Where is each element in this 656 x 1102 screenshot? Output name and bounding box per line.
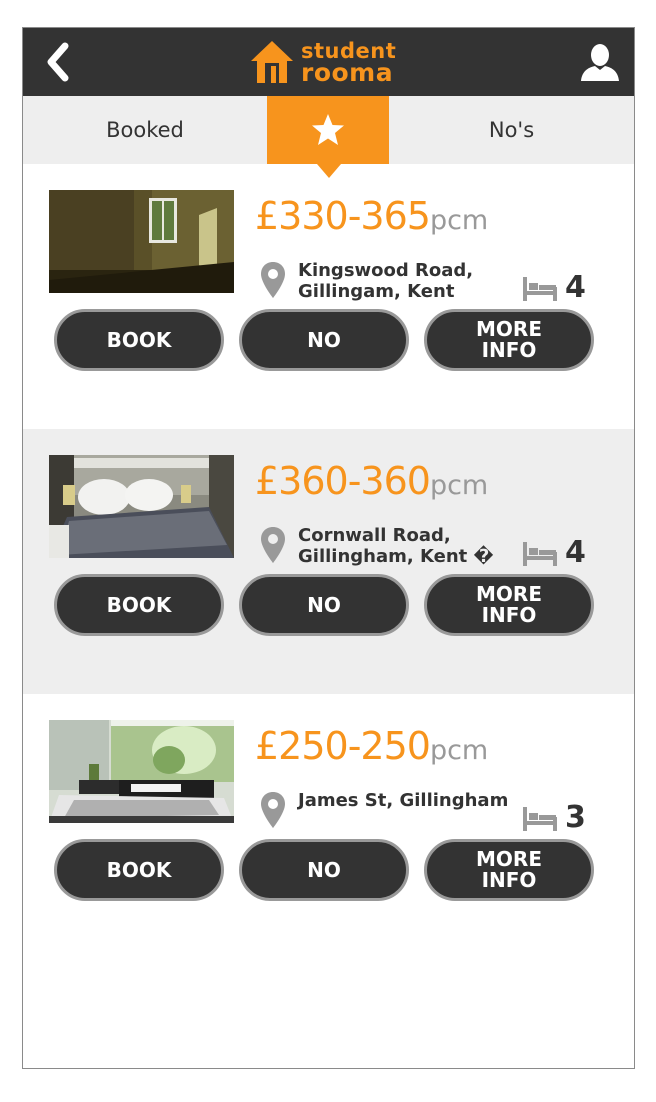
star-icon [312, 114, 344, 145]
price: £330-365pcm [255, 194, 488, 238]
book-button[interactable]: BOOK [54, 574, 224, 636]
room-photo[interactable] [49, 190, 234, 293]
price: £250-250pcm [255, 724, 488, 768]
back-button[interactable] [37, 40, 77, 84]
more-info-button[interactable]: MORE INFO [424, 839, 594, 901]
address: Cornwall Road, Gillingham, Kent � [298, 525, 494, 567]
listing-card: £330-365pcm Kingswood Road, Gillingam, K… [23, 164, 634, 429]
bed-count: 4 [565, 270, 586, 305]
book-button[interactable]: BOOK [54, 839, 224, 901]
more-info-button[interactable]: MORE INFO [424, 309, 594, 371]
bed-info: 4 [523, 270, 586, 305]
app-header: student rooma [23, 28, 634, 96]
bed-info: 3 [523, 800, 586, 835]
room-photo[interactable] [49, 455, 234, 558]
address: Kingswood Road, Gillingam, Kent [298, 260, 474, 302]
app-screen: student rooma Booked No's £330-365pcm Ki… [22, 27, 635, 1069]
user-icon [581, 44, 619, 81]
address: James St, Gillingham [298, 790, 509, 811]
book-button[interactable]: BOOK [54, 309, 224, 371]
tab-booked[interactable]: Booked [23, 96, 267, 164]
no-button[interactable]: NO [239, 309, 409, 371]
chevron-left-icon [47, 42, 69, 82]
logo: student rooma [249, 36, 396, 88]
price-unit: pcm [429, 205, 489, 236]
location-pin-icon [261, 527, 285, 563]
bed-icon [523, 806, 557, 831]
active-tab-pointer [317, 164, 341, 178]
price-range: £330-365 [255, 194, 431, 238]
listing-card: £250-250pcm James St, Gillingham 3 BOOK … [23, 694, 634, 959]
house-logo-icon [251, 41, 293, 83]
tab-nos-label: No's [488, 118, 535, 142]
tab-favourites[interactable] [267, 96, 389, 164]
room-photo[interactable] [49, 720, 234, 823]
price: £360-360pcm [255, 459, 488, 503]
bed-info: 4 [523, 535, 586, 570]
bed-count: 4 [565, 535, 586, 570]
more-info-button[interactable]: MORE INFO [424, 574, 594, 636]
no-button[interactable]: NO [239, 574, 409, 636]
bed-count: 3 [565, 800, 586, 835]
location-pin-icon [261, 792, 285, 828]
price-range: £360-360 [255, 459, 431, 503]
listing-card: £360-360pcm Cornwall Road, Gillingham, K… [23, 429, 634, 694]
price-range: £250-250 [255, 724, 431, 768]
bed-icon [523, 276, 557, 301]
price-unit: pcm [429, 470, 489, 501]
logo-line-2: rooma [301, 58, 394, 87]
tab-bar: Booked No's [23, 96, 634, 164]
tab-booked-label: Booked [106, 118, 184, 142]
tab-nos[interactable]: No's [389, 96, 634, 164]
location-pin-icon [261, 262, 285, 298]
bed-icon [523, 541, 557, 566]
logo-text: student rooma [301, 40, 396, 87]
price-unit: pcm [429, 735, 489, 766]
no-button[interactable]: NO [239, 839, 409, 901]
profile-button[interactable] [578, 40, 622, 84]
